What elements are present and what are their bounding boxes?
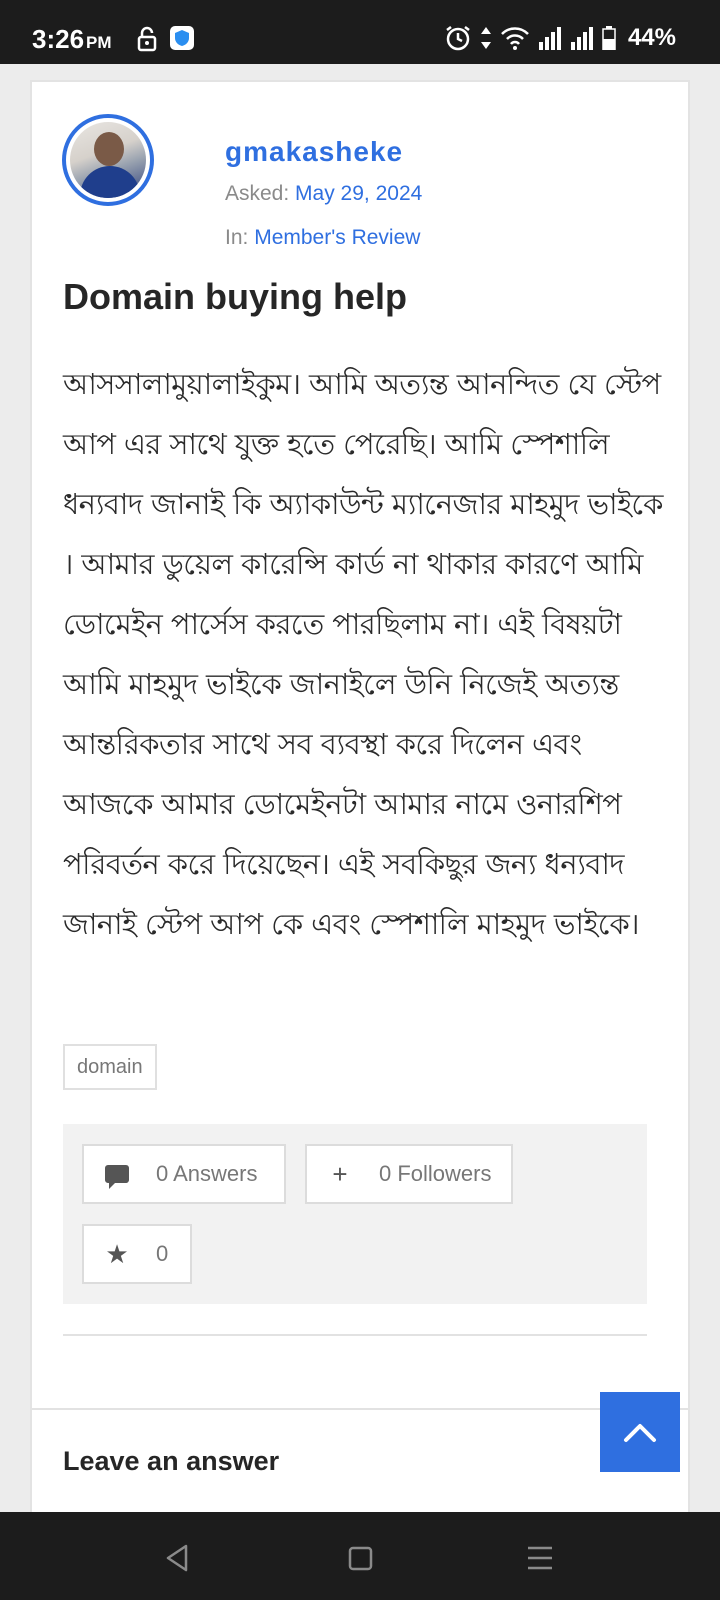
- author-name[interactable]: gmakasheke: [225, 136, 403, 168]
- favorite-count: 0: [156, 1241, 169, 1266]
- in-label: In:: [225, 226, 249, 249]
- section-divider: [32, 1408, 688, 1410]
- asked-meta: Asked: May 29, 2024: [225, 182, 422, 206]
- category-link[interactable]: Member's Review: [254, 226, 420, 249]
- answers-count: 0 Answers: [156, 1161, 258, 1186]
- alarm-icon: [446, 26, 470, 51]
- follow-button[interactable]: + 0 Followers: [305, 1144, 513, 1204]
- asked-label: Asked:: [225, 182, 290, 205]
- category-meta: In: Member's Review: [225, 226, 420, 250]
- asked-date-link[interactable]: May 29, 2024: [295, 182, 422, 205]
- signal-icon-2: [570, 27, 593, 50]
- battery-percent: 44%: [627, 24, 676, 51]
- question-title: Domain buying help: [63, 276, 408, 317]
- home-icon[interactable]: [340, 1538, 380, 1578]
- leave-answer-heading: Leave an answer: [63, 1446, 280, 1476]
- chevron-up-icon: [624, 1424, 656, 1442]
- question-card: gmakasheke Asked: May 29, 2024 In: Membe…: [30, 80, 690, 1520]
- answers-button[interactable]: 0 Answers: [82, 1144, 286, 1204]
- question-body: আসসালামুয়ালাইকুম। আমি অত্যন্ত আনন্দিত য…: [63, 367, 663, 941]
- favorite-button[interactable]: ★ 0: [82, 1224, 192, 1284]
- menu-icon[interactable]: [520, 1538, 560, 1578]
- followers-count: 0 Followers: [379, 1161, 492, 1186]
- status-bar: 3:26 PM 44%: [0, 0, 720, 64]
- status-time: 3:26 PM: [32, 24, 112, 54]
- avatar[interactable]: [62, 114, 154, 206]
- data-arrows-icon: [480, 27, 491, 49]
- signal-icon: [538, 27, 561, 50]
- comment-icon: [104, 1159, 130, 1190]
- question-stats: 0 Answers + 0 Followers ★ 0: [63, 1124, 647, 1304]
- system-nav-bar: [0, 1512, 720, 1600]
- shield-app-icon: [170, 26, 194, 50]
- star-icon: ★: [105, 1238, 129, 1269]
- avatar-photo: [70, 122, 146, 198]
- back-icon[interactable]: [158, 1538, 198, 1578]
- divider: [63, 1334, 647, 1336]
- battery-icon: [602, 26, 616, 50]
- lock-icon: [137, 26, 157, 52]
- wifi-icon: [501, 27, 529, 50]
- tag-domain[interactable]: domain: [63, 1044, 157, 1090]
- plus-icon: +: [332, 1158, 348, 1189]
- scroll-to-top-button[interactable]: [600, 1392, 680, 1472]
